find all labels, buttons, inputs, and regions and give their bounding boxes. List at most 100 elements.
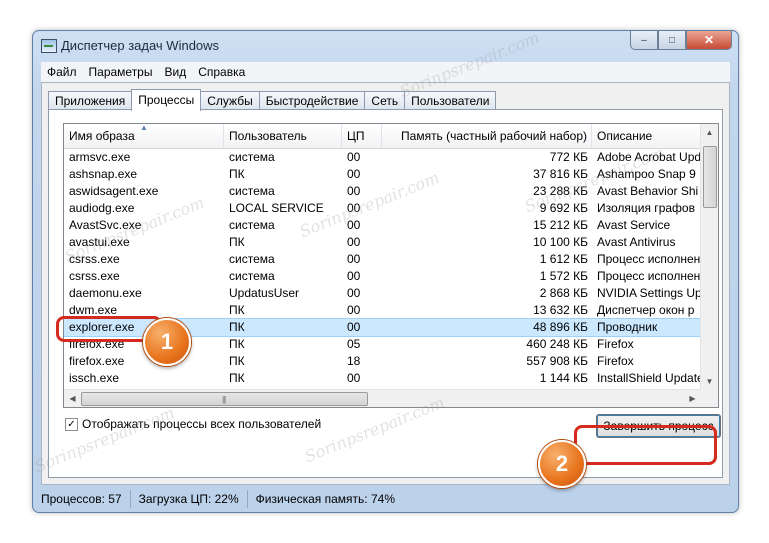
tab-services[interactable]: Службы xyxy=(200,91,260,110)
cell-description: Avast Behavior Shi xyxy=(597,184,699,198)
scroll-left-arrow-icon[interactable]: ◀ xyxy=(64,390,81,407)
table-row[interactable]: armsvc.exe система 00 772 КБ Adobe Acrobat U… xyxy=(64,149,701,166)
cell-description: Изоляция графов xyxy=(597,201,695,215)
tab-processes[interactable]: Процессы xyxy=(131,89,202,111)
cell-cpu: 00 xyxy=(347,252,361,266)
scroll-right-arrow-icon[interactable]: ▶ xyxy=(684,390,701,407)
title-bar[interactable]: Диспетчер задач Windows – □ ✕ xyxy=(33,31,738,59)
scrollbar-corner xyxy=(701,390,718,407)
scroll-up-arrow-icon[interactable]: ▲ xyxy=(701,124,718,141)
cell-memory: 13 632 КБ xyxy=(533,303,588,317)
cell-description: Процесс исполнен xyxy=(597,269,701,283)
close-button[interactable]: ✕ xyxy=(686,31,732,50)
menu-bar: Файл Параметры Вид Справка xyxy=(41,62,730,82)
cell-user: ПК xyxy=(229,371,245,385)
table-row[interactable]: issch.exe ПК 00 1 144 КБ InstallShield Updat… xyxy=(64,370,701,387)
cell-image-name: issch.exe xyxy=(69,371,120,385)
cell-memory: 37 816 КБ xyxy=(533,167,588,181)
status-physical-memory: Физическая память: 74% xyxy=(255,492,395,506)
maximize-button[interactable]: □ xyxy=(658,31,686,50)
menu-help[interactable]: Справка xyxy=(192,65,251,79)
cell-image-name: AvastSvc.exe xyxy=(69,218,142,232)
cell-cpu: 00 xyxy=(347,150,361,164)
menu-file[interactable]: Файл xyxy=(41,65,83,79)
cell-image-name: firefox.exe xyxy=(69,354,125,368)
cell-cpu: 00 xyxy=(347,269,361,283)
cell-memory: 460 248 КБ xyxy=(526,337,588,351)
horizontal-scroll-thumb[interactable]: ||| xyxy=(81,392,368,406)
scroll-down-arrow-icon[interactable]: ▼ xyxy=(701,373,718,390)
cell-description: Проводник xyxy=(597,320,658,334)
step-1-badge: 1 xyxy=(143,318,191,366)
table-row[interactable]: AvastSvc.exe система 00 15 212 КБ Avast Serv… xyxy=(64,217,701,234)
cell-image-name: armsvc.exe xyxy=(69,150,131,164)
task-manager-app-icon xyxy=(41,39,57,53)
processes-panel: Имя образа ▲ Пользователь ЦП Память (час… xyxy=(48,109,723,478)
minimize-button[interactable]: – xyxy=(630,31,658,50)
table-row[interactable]: ashsnap.exe ПК 00 37 816 КБ Ashampoo Snap 9 xyxy=(64,166,701,183)
cell-memory: 1 572 КБ xyxy=(539,269,588,283)
cell-cpu: 00 xyxy=(347,235,361,249)
table-row[interactable]: csrss.exe система 00 1 572 КБ Процесс исполн… xyxy=(64,268,701,285)
cell-image-name: ashsnap.exe xyxy=(69,167,138,181)
horizontal-scrollbar[interactable]: ◀ ||| ▶ xyxy=(64,389,701,407)
cell-user: LOCAL SERVICE xyxy=(229,201,324,215)
process-list-header: Имя образа ▲ Пользователь ЦП Память (час… xyxy=(64,124,701,149)
cell-description: Firefox xyxy=(597,354,634,368)
status-bar: Процессов: 57 Загрузка ЦП: 22% Физическа… xyxy=(33,486,738,512)
cell-image-name: audiodg.exe xyxy=(69,201,135,215)
table-row[interactable]: audiodg.exe LOCAL SERVICE 00 9 692 КБ Изоляц… xyxy=(64,200,701,217)
show-all-users-option[interactable]: ✓ Отображать процессы всех пользователей xyxy=(65,417,321,431)
cell-description: Диспетчер окон р xyxy=(597,303,695,317)
column-description[interactable]: Описание xyxy=(592,124,701,148)
cell-cpu: 00 xyxy=(347,371,361,385)
vertical-scroll-thumb[interactable] xyxy=(703,146,717,208)
sort-ascending-icon: ▲ xyxy=(140,124,148,132)
status-cpu-usage: Загрузка ЦП: 22% xyxy=(131,490,248,508)
column-memory[interactable]: Память (частный рабочий набор) xyxy=(382,124,592,148)
status-processes-count: Процессов: 57 xyxy=(33,490,131,508)
menu-view[interactable]: Вид xyxy=(158,65,192,79)
tab-performance[interactable]: Быстродействие xyxy=(258,91,366,110)
cell-cpu: 00 xyxy=(347,184,361,198)
cell-memory: 23 288 КБ xyxy=(533,184,588,198)
cell-memory: 2 868 КБ xyxy=(539,286,588,300)
tab-users[interactable]: Пользователи xyxy=(404,91,497,110)
cell-image-name: csrss.exe xyxy=(69,269,120,283)
vertical-scrollbar[interactable]: ▲ ▼ xyxy=(700,124,718,390)
column-cpu[interactable]: ЦП xyxy=(342,124,382,148)
process-rows: armsvc.exe система 00 772 КБ Adobe Acrobat U… xyxy=(64,149,702,407)
cell-user: система xyxy=(229,269,275,283)
cell-user: ПК xyxy=(229,337,245,351)
cell-description: NVIDIA Settings Up xyxy=(597,286,701,300)
tab-network[interactable]: Сеть xyxy=(364,91,406,110)
table-row[interactable]: dwm.exe ПК 00 13 632 КБ Диспетчер окон р xyxy=(64,302,701,319)
cell-memory: 48 896 КБ xyxy=(533,320,588,334)
cell-memory: 9 692 КБ xyxy=(539,201,588,215)
cell-memory: 15 212 КБ xyxy=(533,218,588,232)
cell-user: система xyxy=(229,252,275,266)
column-image-name[interactable]: Имя образа ▲ xyxy=(64,124,224,148)
table-row[interactable]: daemonu.exe UpdatusUser 00 2 868 КБ NVIDIA S… xyxy=(64,285,701,302)
cell-cpu: 00 xyxy=(347,320,361,334)
show-all-users-checkbox[interactable]: ✓ xyxy=(65,417,78,431)
tab-applications[interactable]: Приложения xyxy=(48,91,133,110)
window-title: Диспетчер задач Windows xyxy=(61,38,220,53)
cell-cpu: 00 xyxy=(347,303,361,317)
table-row[interactable]: avastui.exe ПК 00 10 100 КБ Avast Antivirus xyxy=(64,234,701,251)
cell-description: Процесс исполнен xyxy=(597,252,701,266)
cell-memory: 1 144 КБ xyxy=(539,371,588,385)
cell-cpu: 00 xyxy=(347,218,361,232)
cell-cpu: 18 xyxy=(347,354,361,368)
cell-user: ПК xyxy=(229,235,245,249)
menu-options[interactable]: Параметры xyxy=(83,65,159,79)
cell-user: система xyxy=(229,184,275,198)
cell-description: Avast Antivirus xyxy=(597,235,676,249)
cell-user: система xyxy=(229,150,275,164)
column-user[interactable]: Пользователь xyxy=(224,124,342,148)
cell-description: Adobe Acrobat Upd xyxy=(597,150,701,164)
table-row[interactable]: aswidsagent.exe система 00 23 288 КБ Avast B… xyxy=(64,183,701,200)
cell-description: Avast Service xyxy=(597,218,671,232)
table-row[interactable]: csrss.exe система 00 1 612 КБ Процесс исполн… xyxy=(64,251,701,268)
cell-user: ПК xyxy=(229,303,245,317)
